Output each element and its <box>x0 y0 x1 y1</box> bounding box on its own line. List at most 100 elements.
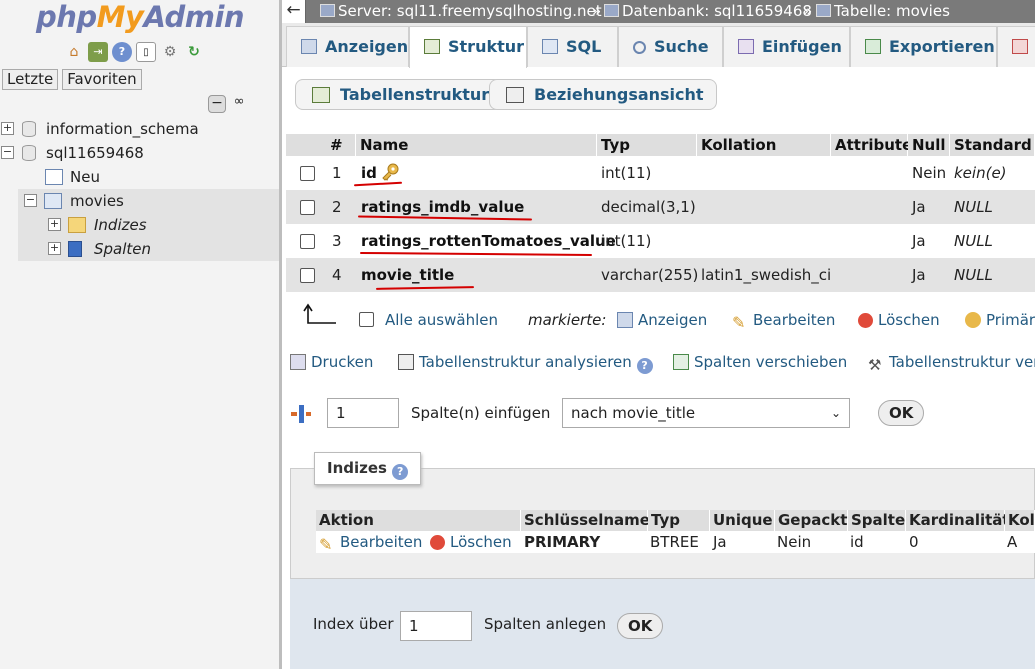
help-icon[interactable]: ? <box>112 42 132 62</box>
create-index-ok-button[interactable]: OK <box>617 613 664 639</box>
row-number: 3 <box>332 232 342 250</box>
column-null: Ja <box>912 232 926 250</box>
row-checkbox[interactable] <box>300 166 315 181</box>
improve-structure-link[interactable]: ⚒ Tabellenstruktur verb <box>868 349 1035 375</box>
collapse-icon[interactable]: − <box>1 146 14 159</box>
expand-icon[interactable]: + <box>1 122 14 135</box>
index-edit-button[interactable]: ✎ Bearbeiten <box>319 531 422 553</box>
row-checkbox[interactable] <box>300 200 315 215</box>
database-icon <box>22 145 36 161</box>
tree-item-columns[interactable]: + Spalten <box>18 237 279 261</box>
header-name[interactable]: Name <box>356 134 597 156</box>
link-icon[interactable]: ∞ <box>230 95 248 113</box>
breadcrumb-server[interactable]: Server: sql11.freemysqlhosting.net <box>320 0 602 23</box>
database-icon <box>22 121 36 137</box>
subtab-table-structure[interactable]: Tabellenstruktur <box>295 79 503 110</box>
phpmyadmin-logo[interactable]: phpMyAdmin <box>36 0 245 34</box>
breadcrumb-database[interactable]: Datenbank: sql11659468 <box>604 0 812 23</box>
wand-icon: ⚒ <box>868 356 882 374</box>
bulk-actions: Alle auswählen markierte: Anzeigen ✎ Bear… <box>286 303 1035 335</box>
breadcrumb-separator: » <box>592 2 602 20</box>
navigation-panel: phpMyAdmin ⌂ ⇥ ? ▯ ⚙ ↻ Letzte Favoriten … <box>0 0 279 669</box>
sql-icon <box>542 39 558 54</box>
recent-tab[interactable]: Letzte <box>2 69 59 90</box>
collapse-icon[interactable]: − <box>24 194 37 207</box>
help-icon[interactable]: ? <box>392 464 409 480</box>
breadcrumb-separator: » <box>803 2 813 20</box>
insert-icon <box>738 39 754 54</box>
header-default[interactable]: Standard <box>950 134 1035 156</box>
move-columns-link[interactable]: Spalten verschieben <box>673 349 847 375</box>
help-icon[interactable]: ? <box>636 358 653 374</box>
bulk-primary-button[interactable]: Primär <box>965 305 1035 335</box>
subtab-relation-view[interactable]: Beziehungsansicht <box>489 79 717 110</box>
column-null: Nein <box>912 164 947 182</box>
index-columns-input[interactable]: 1 <box>400 611 472 641</box>
delete-icon <box>430 535 445 550</box>
tab-insert[interactable]: Einfügen <box>723 26 850 67</box>
select-all-checkbox[interactable] <box>359 312 374 327</box>
docs-icon[interactable]: ▯ <box>136 42 156 62</box>
reload-icon[interactable]: ↻ <box>184 42 204 62</box>
header-collation[interactable]: Kollation <box>697 134 831 156</box>
row-checkbox[interactable] <box>300 268 315 283</box>
header-cardinality: Kardinalität <box>906 510 1010 531</box>
select-all-label[interactable]: Alle auswählen <box>385 305 498 335</box>
bulk-delete-button[interactable]: Löschen <box>858 305 940 335</box>
header-column: Spalte <box>848 510 906 531</box>
tree-item-label: Spalten <box>94 240 152 258</box>
table-row[interactable]: 1 id int(11) Nein kein(e) <box>286 156 1035 190</box>
table-header: # Name Typ Kollation Attribute Null Stan… <box>286 134 1035 156</box>
back-arrow-icon[interactable]: ← <box>282 0 306 23</box>
header-type[interactable]: Typ <box>597 134 697 156</box>
column-type: int(11) <box>601 164 652 182</box>
tab-export[interactable]: Exportieren <box>850 26 997 67</box>
column-null: Ja <box>912 266 926 284</box>
collapse-all-icon[interactable]: − <box>208 95 226 113</box>
header-null[interactable]: Null <box>908 134 950 156</box>
tree-item-indexes[interactable]: + Indizes <box>18 213 279 237</box>
create-index-prefix: Index über <box>313 615 394 633</box>
print-icon <box>290 354 306 370</box>
index-delete-button[interactable]: Löschen <box>430 531 512 553</box>
row-number: 4 <box>332 266 342 284</box>
delete-icon <box>858 313 873 328</box>
tab-more[interactable] <box>997 26 1035 67</box>
tab-sql[interactable]: SQL <box>527 26 618 67</box>
column-count-input[interactable]: 1 <box>327 398 399 428</box>
index-keyname: PRIMARY <box>524 533 601 551</box>
primary-key-icon <box>381 159 399 181</box>
tab-structure[interactable]: Struktur <box>409 26 527 68</box>
favorites-tab[interactable]: Favoriten <box>62 69 142 90</box>
table-row[interactable]: 2 ratings_imdb_value decimal(3,1) Ja NUL… <box>286 190 1035 224</box>
add-columns-ok-button[interactable]: OK <box>878 400 925 426</box>
bulk-edit-button[interactable]: ✎ Bearbeiten <box>732 305 835 335</box>
table-row[interactable]: 4 movie_title varchar(255) latin1_swedis… <box>286 258 1035 292</box>
tree-item-movies[interactable]: − movies <box>18 189 279 213</box>
header-attributes[interactable]: Attribute <box>831 134 912 156</box>
structure-icon <box>424 39 440 54</box>
column-default: NULL <box>954 198 993 216</box>
gear-icon[interactable]: ⚙ <box>160 42 180 62</box>
tree-item-information-schema[interactable]: + information_schema <box>0 117 279 141</box>
header-num: # <box>326 134 356 156</box>
tab-browse[interactable]: Anzeigen <box>286 26 409 67</box>
column-position-select[interactable]: nach movie_title ⌄ <box>562 398 850 428</box>
bulk-browse-button[interactable]: Anzeigen <box>617 305 707 335</box>
tree-item-new[interactable]: Neu <box>0 165 279 189</box>
table-row[interactable]: 3 ratings_rottenTomatoes_value int(11) J… <box>286 224 1035 258</box>
tree-item-label: movies <box>70 192 124 210</box>
print-link[interactable]: Drucken <box>290 349 373 375</box>
tree-item-sql11659468[interactable]: − sql11659468 <box>0 141 279 165</box>
row-checkbox[interactable] <box>300 234 315 249</box>
tab-search[interactable]: Suche <box>618 26 723 67</box>
breadcrumb-table[interactable]: Tabelle: movies <box>816 0 950 23</box>
browse-icon <box>617 312 633 328</box>
tree-item-label: information_schema <box>46 120 199 138</box>
logout-icon[interactable]: ⇥ <box>88 42 108 62</box>
home-icon[interactable]: ⌂ <box>64 42 84 62</box>
move-columns-icon <box>673 354 689 370</box>
analyze-structure-link[interactable]: Tabellenstruktur analysieren ? <box>398 349 653 375</box>
expand-icon[interactable]: + <box>48 242 61 255</box>
expand-icon[interactable]: + <box>48 218 61 231</box>
